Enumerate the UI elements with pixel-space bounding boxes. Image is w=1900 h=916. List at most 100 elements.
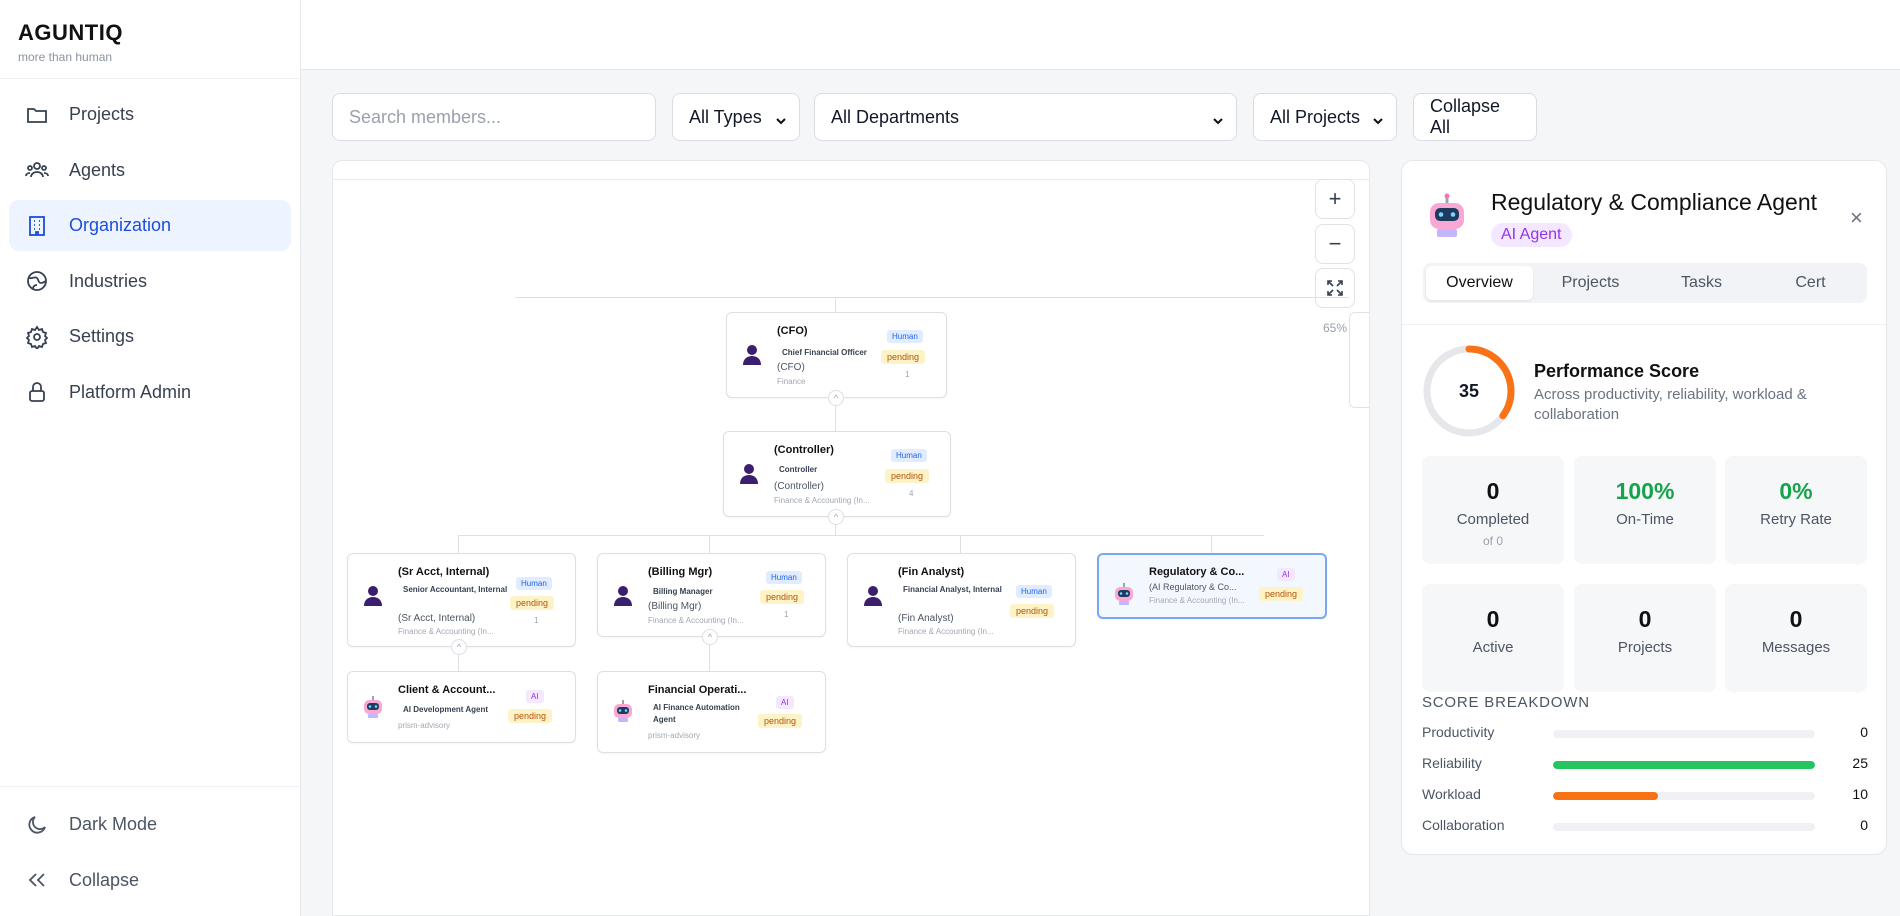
stat-value: 0% (1779, 478, 1813, 504)
org-node-sr-acct[interactable]: (Sr Acct, Internal) Senior Accountant, I… (347, 553, 576, 647)
collapse-sidebar-button[interactable]: Collapse (9, 855, 291, 906)
breakdown-bar (1553, 823, 1815, 831)
close-panel-button[interactable]: × (1850, 205, 1863, 231)
connector-line (1211, 535, 1212, 553)
node-role: Senior Accountant, Internal (403, 585, 508, 594)
panel-title: Regulatory & Compliance Agent (1491, 189, 1818, 215)
department-select[interactable]: All Departments (814, 93, 1237, 141)
folder-icon (27, 107, 47, 123)
canvas-divider (333, 179, 1369, 180)
status-badge: pending (508, 709, 553, 723)
stat-on-time: 100% On-Time (1574, 456, 1716, 564)
zoom-in-button[interactable]: + (1315, 179, 1355, 219)
collapse-node-toggle[interactable]: ^ (702, 629, 718, 645)
collapse-node-toggle[interactable]: ^ (828, 509, 844, 525)
type-badge: AI (526, 690, 544, 703)
breakdown-bar-fill (1553, 792, 1658, 800)
person-icon (743, 345, 761, 365)
org-node-financial-operations[interactable]: Financial Operati... AI Finance Automati… (597, 671, 826, 753)
brand-tagline: more than human (18, 50, 113, 64)
status-badge: pending (510, 596, 555, 610)
stat-value: 0 (1789, 606, 1803, 632)
offscreen-node[interactable] (1349, 312, 1369, 408)
nav-item-settings[interactable]: Settings (9, 311, 291, 362)
node-department: Finance & Accounting (In... (898, 627, 994, 636)
chevron-down-icon (775, 111, 787, 125)
performance-score-value: 35 (1458, 380, 1480, 401)
status-badge: pending (760, 590, 805, 604)
nav-item-organization[interactable]: Organization (9, 200, 291, 251)
tab-cert[interactable]: Cert (1757, 266, 1864, 300)
zoom-level: 65% (1323, 321, 1348, 335)
collapse-node-toggle[interactable]: ^ (451, 639, 467, 655)
org-node-cfo[interactable]: (CFO) Chief Financial Officer (CFO) Fina… (726, 312, 947, 398)
nav-item-platform-admin[interactable]: Platform Admin (9, 367, 291, 418)
org-node-fin-analyst[interactable]: (Fin Analyst) Financial Analyst, Interna… (847, 553, 1076, 647)
tab-projects[interactable]: Projects (1537, 266, 1644, 300)
node-code: (AI Regulatory & Co... (1149, 582, 1237, 592)
chevron-down-icon (1212, 111, 1224, 125)
fit-view-button[interactable] (1315, 268, 1355, 308)
top-bar (301, 0, 1900, 70)
status-badge: pending (1010, 604, 1055, 618)
breakdown-value: 0 (1860, 817, 1868, 833)
breakdown-value: 25 (1852, 755, 1868, 771)
node-role: Chief Financial Officer (782, 348, 867, 357)
nav-item-label: Agents (69, 159, 126, 180)
node-title: (Sr Acct, Internal) (398, 566, 490, 578)
nav-item-projects[interactable]: Projects (9, 89, 291, 140)
search-input[interactable]: Search members... (332, 93, 656, 141)
chevrons-left-icon (28, 873, 45, 887)
nav-item-label: Industries (69, 270, 148, 291)
status-badge: pending (758, 714, 803, 728)
person-icon (614, 586, 632, 606)
breakdown-label: Reliability (1422, 755, 1482, 771)
sidebar-footer: Dark Mode Collapse (0, 786, 300, 916)
status-badge: pending (881, 350, 926, 364)
person-icon (740, 464, 758, 484)
org-chart-canvas[interactable]: + − 65% (CFO) Chief Financial Officer (C… (332, 160, 1370, 916)
node-count: 1 (534, 616, 539, 625)
member-detail-panel: Regulatory & Compliance Agent AI Agent ×… (1401, 160, 1887, 855)
zoom-out-button[interactable]: − (1315, 224, 1355, 264)
tab-overview[interactable]: Overview (1426, 266, 1533, 300)
node-code: (Sr Acct, Internal) (398, 613, 476, 624)
lock-icon (29, 382, 45, 402)
node-count: 4 (909, 489, 914, 498)
org-node-regulatory-agent[interactable]: Regulatory & Co... (AI Regulatory & Co..… (1097, 553, 1327, 619)
stat-label: Active (1472, 639, 1514, 656)
org-node-controller[interactable]: (Controller) Controller (Controller) Fin… (723, 431, 951, 517)
stat-value: 0 (1486, 606, 1500, 632)
breakdown-bar (1553, 761, 1815, 769)
node-code: (CFO) (777, 362, 805, 373)
nav-item-label: Projects (69, 104, 135, 124)
breakdown-row-collaboration: Collaboration 0 (1422, 817, 1868, 837)
breakdown-bar (1553, 730, 1815, 738)
type-badge: Human (766, 571, 802, 584)
dark-mode-toggle[interactable]: Dark Mode (9, 799, 291, 850)
node-title: Client & Account... (398, 684, 496, 696)
breakdown-label: Collaboration (1422, 817, 1505, 833)
org-node-client-account[interactable]: Client & Account... AI Development Agent… (347, 671, 576, 743)
moon-icon (28, 815, 46, 834)
project-select-value: All Projects (1270, 106, 1361, 127)
breakdown-bar (1553, 792, 1815, 800)
connector-line (458, 535, 459, 553)
node-title: (Fin Analyst) (898, 566, 965, 578)
nav-item-industries[interactable]: Industries (9, 256, 291, 307)
type-badge: AI (776, 696, 794, 709)
breakdown-bar-fill (1553, 761, 1815, 769)
stat-value: 0 (1638, 606, 1652, 632)
tab-tasks[interactable]: Tasks (1648, 266, 1755, 300)
collapse-node-toggle[interactable]: ^ (828, 390, 844, 406)
project-select[interactable]: All Projects (1253, 93, 1397, 141)
nav-item-label: Dark Mode (69, 814, 158, 834)
person-icon (364, 586, 382, 606)
stat-label: On-Time (1616, 511, 1674, 528)
nav-item-agents[interactable]: Agents (9, 145, 291, 196)
type-badge: Human (887, 330, 923, 343)
performance-subtitle: Across productivity, reliability, worklo… (1534, 386, 1807, 423)
org-node-billing-mgr[interactable]: (Billing Mgr) Billing Manager (Billing M… (597, 553, 826, 637)
type-select[interactable]: All Types (672, 93, 800, 141)
collapse-all-button[interactable]: Collapse All (1413, 93, 1537, 141)
